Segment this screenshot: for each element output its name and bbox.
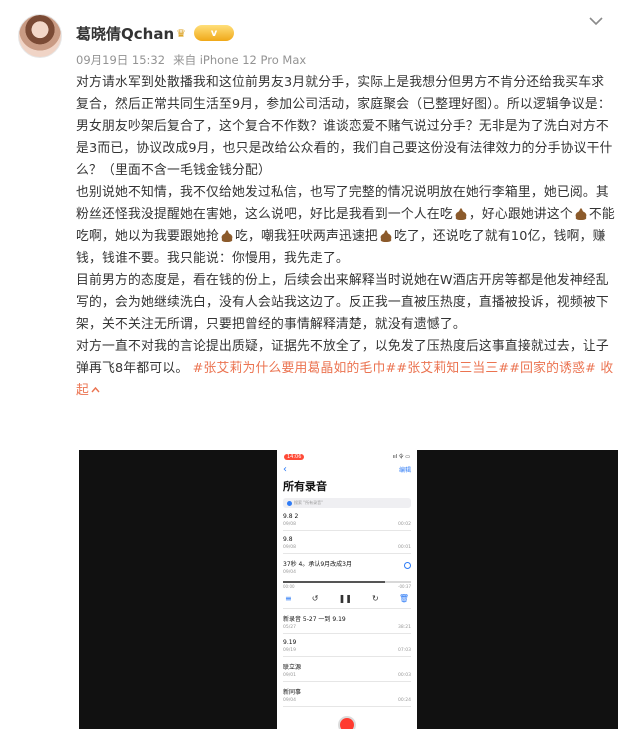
post-paragraph-3: 目前男方的态度是，看在钱的份上，后续会出来解释当时说她在W酒店开房等都是他发神经… xyxy=(76,273,609,332)
recording-item-active: 37秒 4。承认9月改成3月 09/04 00:00 -00:37 ≡ ↺ ❚❚ … xyxy=(283,554,411,609)
recording-item: 新录音 5-27 一到 9.19 05/27 38:21 xyxy=(283,609,411,634)
vip-badge[interactable]: ⅴ xyxy=(194,25,234,41)
trash-icon: 🗑 xyxy=(398,594,409,603)
hashtag-link[interactable]: #回家的诱惑# xyxy=(509,361,596,376)
username[interactable]: 葛晓倩Qchan xyxy=(76,23,174,44)
post-paragraph-4: 对方一直不对我的言论提出质疑，证据先不放全了，以免发了压热度后这事直接就过去，让… xyxy=(76,339,614,398)
record-button xyxy=(338,716,356,729)
hashtag-link[interactable]: #张艾莉为什么要用葛晶如的毛巾# xyxy=(193,361,397,376)
post-date[interactable]: 09月19日 15:32 xyxy=(76,52,165,68)
recording-item: 9.19 09/19 07:03 xyxy=(283,634,411,657)
user-header: 葛晓倩Qchan ♛ ⅴ xyxy=(76,22,234,44)
settings-lines-icon: ≡ xyxy=(285,594,292,603)
phone-status-bar: 14:06 ııl 令 ▭ xyxy=(277,450,417,463)
phone-status-time: 14:06 xyxy=(284,453,305,460)
recording-item: 9.8 09/08 00:01 xyxy=(283,531,411,554)
post-paragraph-1: 对方请水军到处散播我和这位前男友3月就分手，实际上是我想分但男方不肯分还给我买车… xyxy=(76,75,613,178)
phone-edit-button: 编辑 xyxy=(398,467,411,474)
phone-search-field: 搜索 "所有录音" xyxy=(283,498,411,508)
poo-emoji-icon xyxy=(575,208,587,220)
post-meta: 09月19日 15:32 来自 iPhone 12 Pro Max xyxy=(76,52,306,68)
hashtag-link[interactable]: #张艾莉知三当三# xyxy=(396,361,509,376)
rewind-15-icon: ↺ xyxy=(311,594,319,603)
poo-emoji-icon xyxy=(221,230,233,242)
phone-title: 所有录音 xyxy=(283,480,327,493)
poo-emoji-icon xyxy=(455,208,467,220)
post-body: 对方请水军到处散播我和这位前男友3月就分手，实际上是我想分但男方不肯分还给我买车… xyxy=(76,72,616,402)
phone-nav-bar: ‹ 编辑 xyxy=(277,463,417,476)
playback-progress xyxy=(283,581,411,583)
chevron-down-icon[interactable] xyxy=(589,16,603,26)
phone-screen-recording: 14:06 ııl 令 ▭ ‹ 编辑 所有录音 搜索 "所有录音" 9.8 2 … xyxy=(277,450,417,729)
post-paragraph-2: 也别说她不知情，我不仅给她发过私信，也写了完整的情况说明放在她行李箱里，她已阅。… xyxy=(76,185,615,266)
vip-badge-label: ⅴ xyxy=(210,27,218,39)
pause-icon: ❚❚ xyxy=(338,594,352,603)
crown-icon: ♛ xyxy=(176,26,186,40)
back-icon: ‹ xyxy=(283,464,287,475)
avatar[interactable] xyxy=(18,14,62,58)
chevron-up-icon xyxy=(91,386,100,393)
video-player[interactable]: 14:06 ııl 令 ▭ ‹ 编辑 所有录音 搜索 "所有录音" 9.8 2 … xyxy=(79,450,618,729)
recording-item: 新同事 09/04 00:24 xyxy=(283,682,411,707)
signal-wifi-battery-icons: ııl 令 ▭ xyxy=(392,454,410,460)
forward-15-icon: ↻ xyxy=(372,594,379,603)
recording-item: 联立源 09/01 00:03 xyxy=(283,657,411,682)
post-source: 来自 iPhone 12 Pro Max xyxy=(173,53,307,67)
poo-emoji-icon xyxy=(380,230,392,242)
siri-icon xyxy=(287,500,292,506)
waveform-options-icon xyxy=(404,562,411,569)
recording-item: 9.8 2 09/08 00:02 xyxy=(283,508,411,531)
playback-controls: ≡ ↺ ❚❚ ↻ 🗑 xyxy=(283,589,411,605)
